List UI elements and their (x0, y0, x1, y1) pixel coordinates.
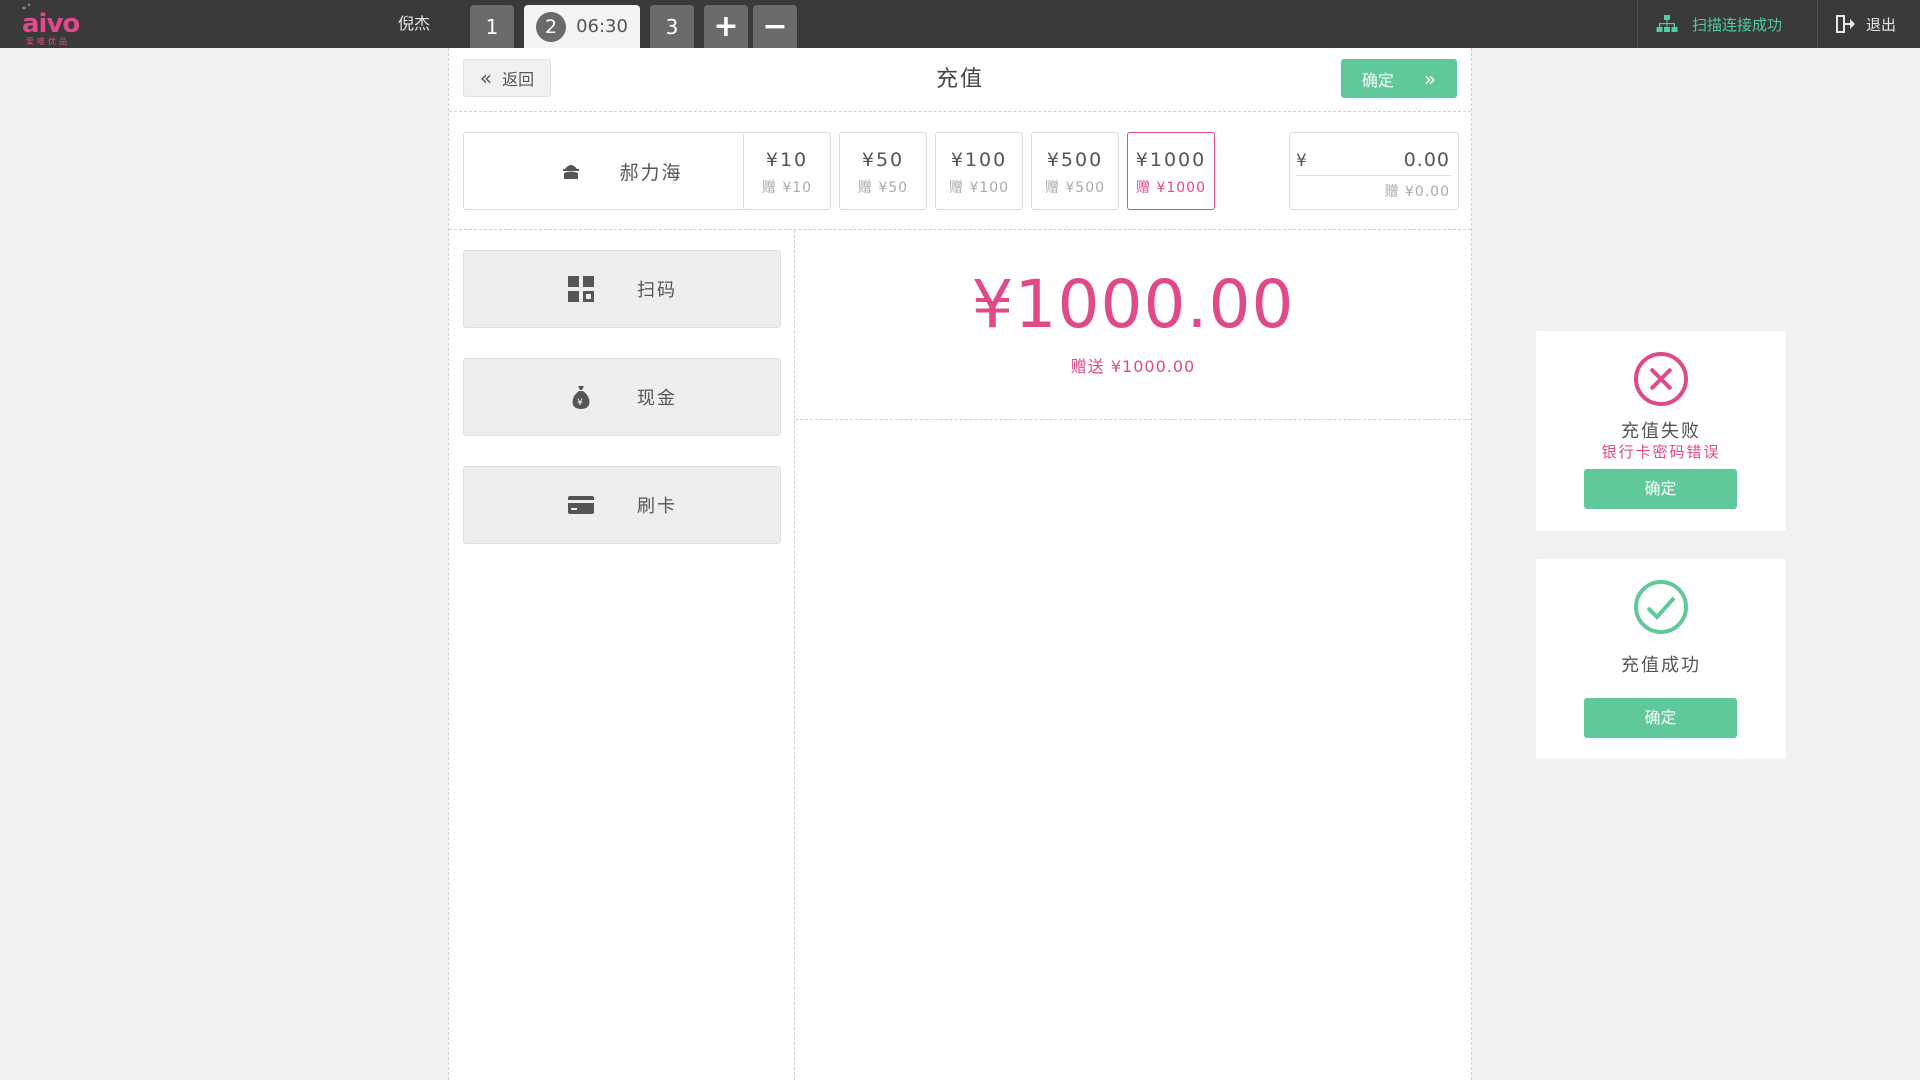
amount-value: ¥50 (861, 149, 905, 171)
amount-option-100[interactable]: ¥100 赠 ¥100 (935, 132, 1023, 210)
network-icon (1656, 15, 1678, 32)
double-chevron-right-icon: » (1423, 66, 1437, 91)
minus-icon: − (762, 9, 788, 44)
remove-tab-button[interactable]: − (753, 5, 797, 48)
tab-1[interactable]: 1 (470, 5, 514, 48)
panel-header: « 返回 充值 确定 » (449, 48, 1471, 112)
amount-bonus: 赠 ¥500 (1044, 180, 1106, 196)
tab-timer: 06:30 (576, 16, 628, 37)
amount-bonus: 赠 ¥100 (948, 180, 1010, 196)
amount-value: ¥1000 (1135, 149, 1207, 171)
member-name: 郝力海 (619, 161, 683, 184)
money-bag-icon: ¥ (567, 385, 595, 409)
plus-icon: + (713, 9, 739, 44)
amount-bonus: 赠 ¥50 (857, 180, 909, 196)
logout-button[interactable]: 退出 (1836, 0, 1896, 48)
dialog-title: 充值失败 (1621, 421, 1701, 442)
page-title: 充值 (935, 67, 984, 92)
error-x-icon (1634, 352, 1688, 406)
svg-text:爱唯优品: 爱唯优品 (26, 36, 70, 46)
success-confirm-button[interactable]: 确定 (1584, 698, 1737, 738)
amount-option-500[interactable]: ¥500 赠 ¥500 (1031, 132, 1119, 210)
member-selector[interactable]: 郝力海 (463, 132, 781, 210)
amount-option-50[interactable]: ¥50 赠 ¥50 (839, 132, 927, 210)
custom-amount-value: 0.00 (1403, 149, 1450, 171)
qr-grid-icon (567, 276, 595, 302)
amount-bonus: 赠 ¥10 (761, 180, 813, 196)
amount-value: ¥500 (1046, 149, 1104, 171)
tab-number-badge: 2 (536, 11, 567, 42)
pay-cash-label: 现金 (637, 388, 677, 409)
amount-value: ¥10 (765, 149, 809, 171)
scan-status-label: 扫描连接成功 (1692, 15, 1783, 34)
logout-label: 退出 (1866, 15, 1897, 34)
recharge-panel: « 返回 充值 确定 » 郝力海 ¥10 赠 ¥10 ¥50 赠 ¥50 ¥10… (448, 48, 1472, 1080)
svg-text:aivo: aivo (22, 9, 79, 39)
tab-label: 1 (485, 14, 499, 39)
double-chevron-left-icon: « (479, 66, 493, 90)
pay-scan-label: 扫码 (637, 280, 677, 301)
scan-status: 扫描连接成功 (1656, 0, 1782, 48)
currency-symbol: ¥ (1296, 151, 1307, 171)
check-icon (1634, 580, 1688, 634)
logout-icon (1836, 15, 1855, 33)
tab-3[interactable]: 3 (650, 5, 694, 48)
tab-2-active[interactable]: 2 06:30 (524, 5, 640, 48)
amount-display: ¥1000.00 赠送 ¥1000.00 (795, 230, 1471, 420)
amount-bonus: 赠 ¥1000 (1136, 180, 1206, 196)
confirm-label: 确定 (1361, 70, 1394, 90)
recharge-success-dialog: 充值成功 确定 (1536, 559, 1786, 759)
amount-value: ¥100 (950, 149, 1008, 171)
pay-card-button[interactable]: 刷卡 (463, 466, 781, 544)
divider (1296, 175, 1452, 176)
svg-text:¥: ¥ (577, 398, 585, 408)
divider (1817, 0, 1818, 48)
add-tab-button[interactable]: + (704, 5, 748, 48)
tab-label: 3 (665, 14, 679, 39)
recharge-fail-dialog: 充值失败 银行卡密码错误 确定 (1536, 331, 1786, 531)
dialog-title: 充值成功 (1621, 655, 1701, 676)
pay-scan-button[interactable]: 扫码 (463, 250, 781, 328)
back-label: 返回 (502, 70, 535, 89)
divider (1637, 0, 1638, 48)
fail-confirm-button[interactable]: 确定 (1584, 469, 1737, 509)
pay-card-label: 刷卡 (637, 496, 677, 517)
card-icon (567, 496, 595, 514)
logo: aivo 爱唯优品 (20, 2, 100, 46)
amount-option-1000-selected[interactable]: ¥1000 赠 ¥1000 (1127, 132, 1215, 210)
member-avatar-icon (563, 165, 580, 179)
top-bar: aivo 爱唯优品 倪杰 1 2 06:30 3 + − 扫描连接成功 退出 (0, 0, 1920, 48)
confirm-button[interactable]: 确定 » (1341, 59, 1457, 98)
pay-cash-button[interactable]: ¥ 现金 (463, 358, 781, 436)
custom-amount-input[interactable]: ¥ 0.00 赠 ¥0.00 (1289, 132, 1459, 210)
amount-option-10[interactable]: ¥10 赠 ¥10 (743, 132, 831, 210)
back-button[interactable]: « 返回 (463, 59, 551, 97)
username: 倪杰 (398, 14, 431, 33)
member-amount-row: 郝力海 ¥10 赠 ¥10 ¥50 赠 ¥50 ¥100 赠 ¥100 ¥500… (449, 112, 1471, 230)
custom-amount-bonus: 赠 ¥0.00 (1384, 184, 1450, 200)
dialog-error-message: 银行卡密码错误 (1601, 443, 1721, 461)
payment-methods: 扫码 ¥ 现金 刷卡 (449, 230, 795, 1080)
bonus-amount: 赠送 ¥1000.00 (1070, 357, 1196, 376)
total-amount: ¥1000.00 (971, 266, 1295, 343)
